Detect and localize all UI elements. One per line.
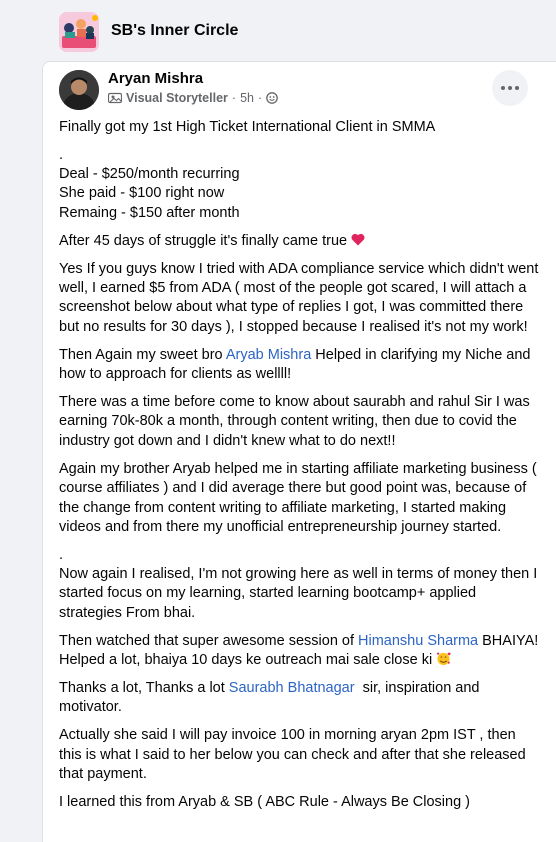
post-paragraph-9-start: Thanks a lot, Thanks a lot [59, 679, 229, 696]
meta-separator-2: · [257, 91, 263, 105]
author-avatar-image [59, 70, 99, 110]
post-paragraph-9: Thanks a lot, Thanks a lot Saurabh Bhatn… [59, 679, 539, 718]
public-globe-icon[interactable] [266, 92, 279, 104]
post-deal-line-1: Deal - $250/month recurring [59, 165, 240, 182]
post-body: Finally got my 1st High Ticket Internati… [59, 118, 539, 821]
post-paragraph-7: Now again I realised, I'm not growing he… [59, 565, 538, 621]
post-deal-line-2: She paid - $100 right now [59, 185, 225, 202]
post-paragraph-4-start: Then Again my sweet bro [59, 346, 226, 363]
post-paragraph-11: I learned this from Aryab & SB ( ABC Rul… [59, 793, 470, 810]
smiling-face-with-hearts-emoji-icon [437, 652, 451, 665]
post-time[interactable]: 5h [240, 91, 254, 105]
more-horizontal-icon [501, 86, 505, 90]
post-paragraph-8: Then watched that super awesome session … [59, 632, 539, 671]
post-paragraph-2-text: After 45 days of struggle it's finally c… [59, 232, 348, 249]
post-paragraph-2: After 45 days of struggle it's finally c… [59, 232, 539, 251]
author-avatar[interactable] [59, 70, 99, 110]
author-name[interactable]: Aryan Mishra [108, 70, 203, 87]
post-paragraph-6: Again my brother Aryab helped me in star… [59, 460, 537, 535]
post-deal-line-3: Remaing - $150 after month [59, 204, 240, 221]
author-badge[interactable]: Visual Storyteller [126, 91, 228, 105]
meta-separator: · [231, 91, 237, 105]
mention-saurabh-bhatnagar[interactable]: Saurabh Bhatnagar [229, 680, 355, 696]
group-thumbnail[interactable] [59, 12, 99, 52]
post-meta: Visual Storyteller · 5h · [108, 90, 279, 106]
post-dot-2: . [59, 546, 64, 563]
visual-storyteller-badge-icon [108, 92, 122, 104]
post-paragraph-10: Actually she said I will pay invoice 100… [59, 727, 526, 782]
post-paragraph-3: Yes If you guys know I tried with ADA co… [59, 260, 539, 335]
group-thumbnail-image [59, 12, 99, 52]
post-paragraph-5: There was a time before come to know abo… [59, 393, 530, 449]
post-paragraph-1: Finally got my 1st High Ticket Internati… [59, 119, 436, 135]
red-heart-emoji-icon [351, 233, 365, 246]
more-options-button[interactable] [492, 70, 528, 106]
post-paragraph-8-start: Then watched that super awesome session … [59, 632, 359, 649]
mention-himanshu-sharma[interactable]: Himanshu Sharma [358, 633, 478, 649]
group-name[interactable]: SB's Inner Circle [111, 22, 238, 40]
post-paragraph-4: Then Again my sweet bro Aryab Mishra Hel… [59, 346, 539, 385]
post-dot-1: . [59, 146, 64, 163]
mention-aryab-mishra[interactable]: Aryab Mishra [226, 347, 311, 363]
